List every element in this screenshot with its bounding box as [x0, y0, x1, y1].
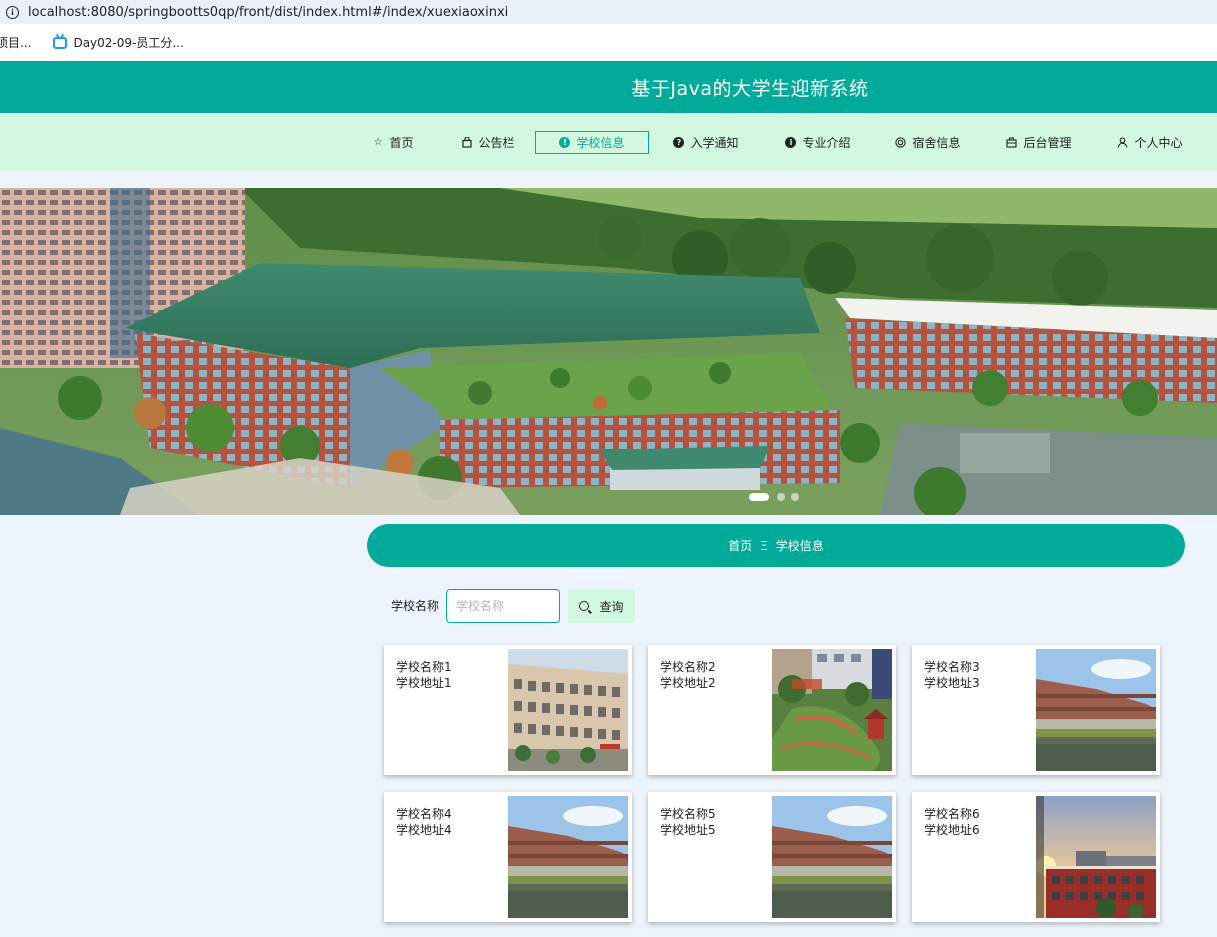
campus-pond-photo	[508, 796, 628, 918]
school-name-input[interactable]	[446, 589, 560, 623]
nav-item-dorm-info[interactable]: 宿舍信息	[890, 131, 966, 154]
bookmark-1[interactable]: 项目...	[0, 34, 31, 51]
breadcrumb-home[interactable]: 首页	[728, 537, 752, 554]
carousel-dot-active[interactable]	[749, 493, 769, 501]
nav-item-personal-center[interactable]: 个人中心	[1112, 131, 1188, 154]
nav-item-major-intro[interactable]: i 专业介绍	[780, 131, 856, 154]
school-name: 学校名称3	[924, 660, 980, 674]
school-address: 学校地址2	[660, 676, 716, 690]
school-name: 学校名称5	[660, 807, 716, 821]
building-photo	[508, 649, 628, 771]
search-button[interactable]: 查询	[568, 589, 635, 623]
school-card[interactable]: 学校名称3 学校地址3	[912, 645, 1160, 775]
target-icon	[895, 137, 907, 148]
school-name: 学校名称1	[396, 660, 452, 674]
school-name: 学校名称4	[396, 807, 452, 821]
briefcase-icon	[1006, 137, 1018, 148]
breadcrumb-current: 学校信息	[775, 539, 824, 553]
carousel-dot[interactable]	[791, 493, 799, 501]
carousel-dot[interactable]	[777, 493, 785, 501]
school-address: 学校地址6	[924, 823, 980, 837]
exclamation-circle-icon: !	[559, 137, 571, 148]
nav-item-notice[interactable]: 公告栏	[455, 131, 521, 154]
site-title: 基于Java的大学生迎新系统	[631, 77, 869, 100]
question-circle-icon: ?	[673, 137, 685, 148]
school-card[interactable]: 学校名称2 学校地址2	[648, 645, 896, 775]
search-label: 学校名称	[391, 599, 440, 613]
campus-pond-photo	[1036, 649, 1156, 771]
nav-item-admin[interactable]: 后台管理	[1001, 131, 1077, 154]
sunset-campus-photo	[1036, 796, 1156, 918]
school-address: 学校地址5	[660, 823, 716, 837]
campus-pond-photo	[772, 796, 892, 918]
school-card[interactable]: 学校名称4 学校地址4	[384, 792, 632, 922]
school-card[interactable]: 学校名称5 学校地址5	[648, 792, 896, 922]
url-text: localhost:8080/springbootts0qp/front/dis…	[28, 4, 509, 20]
site-info-icon[interactable]: i	[6, 5, 19, 19]
campus-banner-image	[0, 188, 1217, 515]
bookmark-2[interactable]: Day02-09-员工分...	[53, 34, 184, 51]
bag-icon	[461, 136, 472, 148]
search-icon	[579, 601, 590, 611]
nav-bar: ☆ 首页 公告栏 ! 学校信息 ? 入学通知 i 专业介绍 宿舍信息 后台管理 …	[0, 113, 1217, 171]
school-address: 学校地址1	[396, 676, 452, 690]
bilibili-icon	[53, 36, 68, 49]
info-circle-icon: i	[785, 137, 797, 148]
breadcrumb: 首页 Ξ 学校信息	[367, 524, 1185, 567]
nav-item-home[interactable]: ☆ 首页	[365, 131, 421, 154]
school-address: 学校地址3	[924, 676, 980, 690]
school-name: 学校名称6	[924, 807, 980, 821]
school-name: 学校名称2	[660, 660, 716, 674]
garden-photo	[772, 649, 892, 771]
nav-item-school-info[interactable]: ! 学校信息	[535, 131, 649, 154]
school-card[interactable]: 学校名称6 学校地址6	[912, 792, 1160, 922]
user-icon	[1117, 137, 1128, 148]
school-card[interactable]: 学校名称1 学校地址1	[384, 645, 632, 775]
banner-carousel[interactable]	[0, 188, 1217, 515]
nav-item-admission-notice[interactable]: ? 入学通知	[668, 131, 744, 154]
address-bar[interactable]: i localhost:8080/springbootts0qp/front/d…	[0, 0, 1217, 24]
bookmarks-bar: 项目... Day02-09-员工分...	[0, 24, 1217, 61]
school-address: 学校地址4	[396, 823, 452, 837]
site-header: 基于Java的大学生迎新系统	[0, 61, 1217, 113]
star-icon: ☆	[373, 137, 383, 148]
breadcrumb-separator: Ξ	[760, 538, 768, 553]
